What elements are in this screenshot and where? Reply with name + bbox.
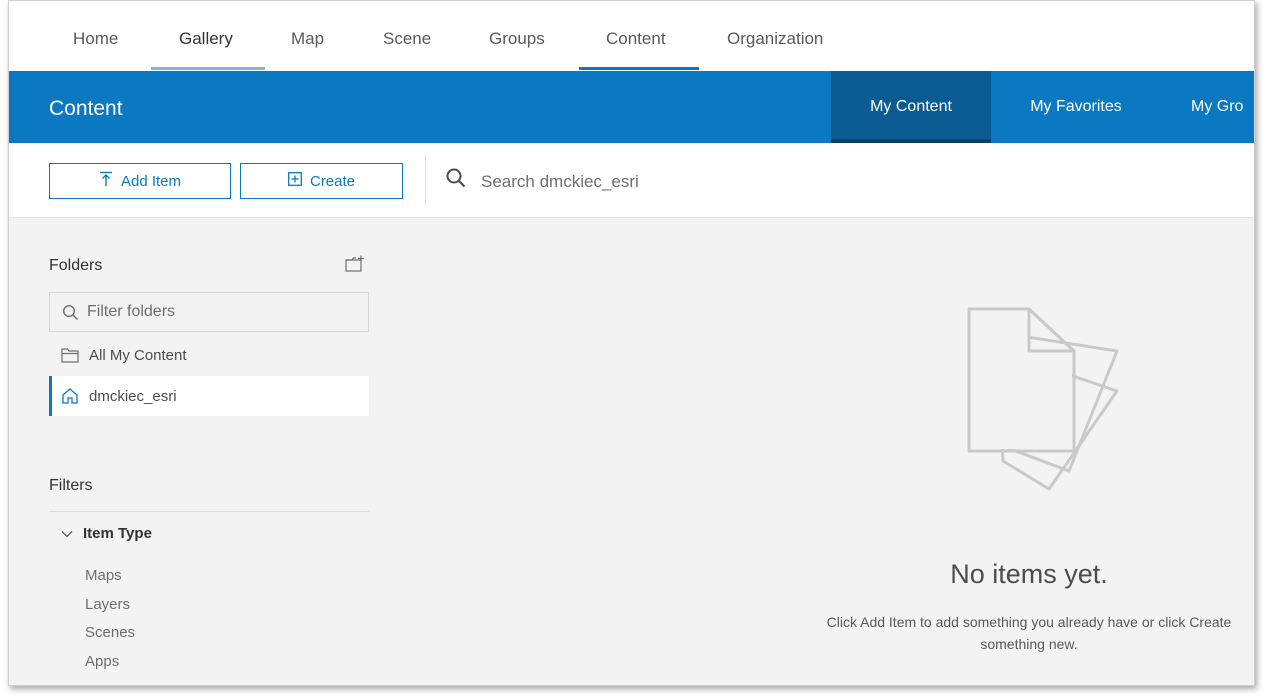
filter-scenes[interactable]: Scenes bbox=[85, 624, 135, 641]
create-label: Create bbox=[309, 172, 356, 190]
folder-label: All My Content bbox=[89, 346, 187, 364]
nav-home[interactable]: Home bbox=[73, 29, 118, 49]
nav-organization[interactable]: Organization bbox=[727, 29, 823, 49]
folder-dmckiec-esri[interactable]: dmckiec_esri bbox=[49, 376, 369, 416]
item-type-label: Item Type bbox=[83, 525, 152, 542]
filter-folders-field[interactable] bbox=[49, 292, 369, 332]
empty-state-line-1: Click Add Item to add something you alre… bbox=[826, 614, 1232, 630]
item-type-toggle[interactable]: Item Type bbox=[61, 525, 152, 542]
filter-apps[interactable]: Apps bbox=[85, 653, 119, 670]
search-icon bbox=[62, 304, 79, 321]
folder-label: dmckiec_esri bbox=[89, 387, 177, 405]
tab-my-groups[interactable]: My Gro bbox=[1191, 71, 1254, 143]
empty-state-line-2: something new. bbox=[980, 636, 1078, 652]
search-icon bbox=[445, 167, 467, 194]
filter-maps[interactable]: Maps bbox=[85, 567, 122, 584]
add-item-label: Add Item bbox=[120, 172, 182, 190]
tab-my-content[interactable]: My Content bbox=[831, 71, 991, 143]
home-icon bbox=[61, 387, 79, 405]
filters-divider bbox=[49, 511, 369, 512]
empty-state-description: Click Add Item to add something you alre… bbox=[769, 611, 1254, 655]
folder-icon bbox=[61, 347, 79, 363]
content-header-bar: Content My Content My Favorites My Gro bbox=[9, 71, 1254, 143]
top-navigation: Home Gallery Map Scene Groups Content Or… bbox=[9, 1, 1254, 71]
gallery-hover-underline bbox=[151, 67, 265, 70]
empty-state-title: No items yet. bbox=[950, 559, 1108, 589]
nav-gallery[interactable]: Gallery bbox=[179, 29, 233, 49]
toolbar-divider bbox=[425, 155, 426, 205]
filter-layers[interactable]: Layers bbox=[85, 596, 130, 613]
content-active-underline bbox=[579, 67, 699, 70]
nav-content[interactable]: Content bbox=[606, 29, 666, 49]
page-title: Content bbox=[49, 97, 123, 120]
tab-my-favorites[interactable]: My Favorites bbox=[991, 71, 1161, 143]
upload-icon bbox=[99, 171, 113, 191]
chevron-down-icon bbox=[61, 530, 73, 538]
create-button[interactable]: Create bbox=[240, 163, 403, 199]
content-toolbar: Add Item Create bbox=[9, 143, 1254, 218]
empty-documents-icon bbox=[959, 301, 1159, 506]
folder-all-my-content[interactable]: All My Content bbox=[49, 335, 369, 375]
new-folder-icon[interactable] bbox=[345, 255, 365, 278]
search-input[interactable] bbox=[479, 165, 983, 199]
nav-map[interactable]: Map bbox=[291, 29, 324, 49]
nav-groups[interactable]: Groups bbox=[489, 29, 545, 49]
app-frame: Home Gallery Map Scene Groups Content Or… bbox=[8, 0, 1255, 686]
add-item-button[interactable]: Add Item bbox=[49, 163, 231, 199]
nav-scene[interactable]: Scene bbox=[383, 29, 431, 49]
folders-heading: Folders bbox=[49, 257, 103, 274]
filter-folders-input[interactable] bbox=[85, 302, 359, 322]
plus-square-icon bbox=[288, 172, 302, 190]
filters-heading: Filters bbox=[49, 477, 93, 494]
